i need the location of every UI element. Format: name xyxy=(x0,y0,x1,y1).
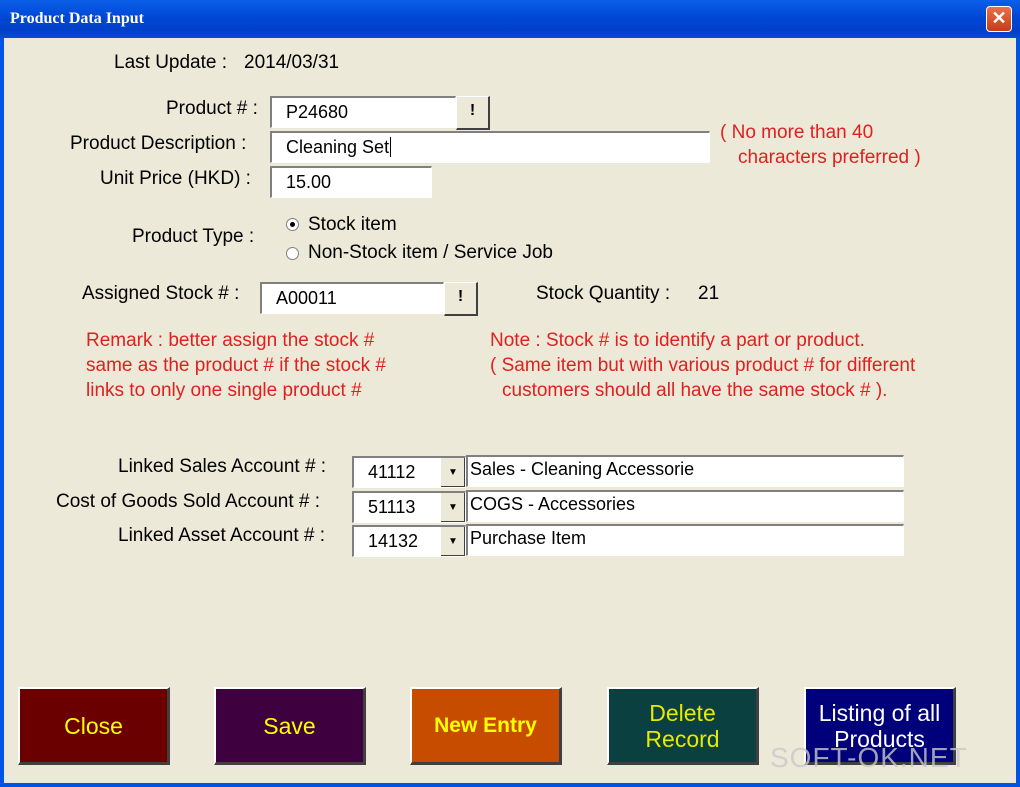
remark-line1: Remark : better assign the stock # xyxy=(86,330,375,351)
product-description-value: Cleaning Set xyxy=(286,137,390,157)
chevron-down-icon[interactable]: ▼ xyxy=(440,458,465,487)
product-type-label: Product Type : xyxy=(132,226,255,247)
stock-quantity-value: 21 xyxy=(698,283,720,304)
sales-account-label: Linked Sales Account # : xyxy=(118,456,327,477)
title-bar[interactable]: Product Data Input ✕ xyxy=(0,0,1020,38)
chevron-down-icon[interactable]: ▼ xyxy=(440,493,465,522)
last-update-label: Last Update : xyxy=(114,52,228,73)
delete-record-line2: Record xyxy=(645,725,720,752)
unit-price-label: Unit Price (HKD) : xyxy=(100,168,251,189)
product-no-lookup-button[interactable]: ! xyxy=(456,96,490,130)
cogs-account-select[interactable]: 51113 ▼ xyxy=(352,491,466,523)
remark-line2: same as the product # if the stock # xyxy=(86,355,386,376)
stock-quantity-label: Stock Quantity : xyxy=(536,283,671,304)
asset-account-select[interactable]: 14132 ▼ xyxy=(352,525,466,557)
non-stock-item-radio[interactable] xyxy=(286,247,299,260)
note-line3: customers should all have the same stock… xyxy=(502,380,888,401)
text-cursor xyxy=(390,137,392,157)
assigned-stock-label: Assigned Stock # : xyxy=(82,283,240,304)
sales-account-select[interactable]: 41112 ▼ xyxy=(352,456,466,488)
window-title: Product Data Input xyxy=(10,10,144,27)
new-entry-button[interactable]: New Entry xyxy=(410,687,562,765)
delete-record-button[interactable]: Delete Record xyxy=(607,687,759,765)
cogs-account-label: Cost of Goods Sold Account # : xyxy=(56,491,321,512)
unit-price-field[interactable]: 15.00 xyxy=(270,166,432,198)
chevron-down-icon[interactable]: ▼ xyxy=(440,527,465,556)
assigned-stock-lookup-button[interactable]: ! xyxy=(444,282,478,316)
note-line1: Note : Stock # is to identify a part or … xyxy=(490,330,865,351)
asset-account-label: Linked Asset Account # : xyxy=(118,525,326,546)
remark-line3: links to only one single product # xyxy=(86,380,362,401)
note-line2: ( Same item but with various product # f… xyxy=(490,355,916,376)
asset-account-code: 14132 xyxy=(368,531,419,551)
product-description-label: Product Description : xyxy=(70,133,247,154)
non-stock-item-option-label[interactable]: Non-Stock item / Service Job xyxy=(308,242,553,264)
description-hint-line1: ( No more than 40 xyxy=(720,122,874,143)
form-area: Last Update : 2014/03/31 Product # : P24… xyxy=(4,38,1016,783)
product-no-field[interactable]: P24680 xyxy=(270,96,456,128)
stock-item-radio[interactable] xyxy=(286,218,299,231)
last-update-value: 2014/03/31 xyxy=(244,52,340,73)
description-hint-line2: characters preferred ) xyxy=(738,147,921,168)
stock-item-option-label[interactable]: Stock item xyxy=(308,214,397,236)
save-button[interactable]: Save xyxy=(214,687,366,765)
cogs-account-code: 51113 xyxy=(368,497,416,517)
listing-products-line1: Listing of all xyxy=(818,699,941,726)
product-description-field[interactable]: Cleaning Set xyxy=(270,131,710,163)
asset-account-name-field[interactable]: Purchase Item xyxy=(466,524,904,556)
close-button[interactable]: Close xyxy=(18,687,170,765)
cogs-account-name-field[interactable]: COGS - Accessories xyxy=(466,490,904,522)
window-close-button[interactable]: ✕ xyxy=(986,6,1012,32)
assigned-stock-field[interactable]: A00011 xyxy=(260,282,444,314)
delete-record-line1: Delete xyxy=(649,699,716,726)
sales-account-code: 41112 xyxy=(368,462,416,482)
watermark: SOFT-OK.NET xyxy=(770,742,968,773)
product-data-input-window: Product Data Input ✕ Last Update : 2014/… xyxy=(0,0,1020,787)
sales-account-name-field[interactable]: Sales - Cleaning Accessorie xyxy=(466,455,904,487)
product-no-label: Product # : xyxy=(166,98,258,119)
